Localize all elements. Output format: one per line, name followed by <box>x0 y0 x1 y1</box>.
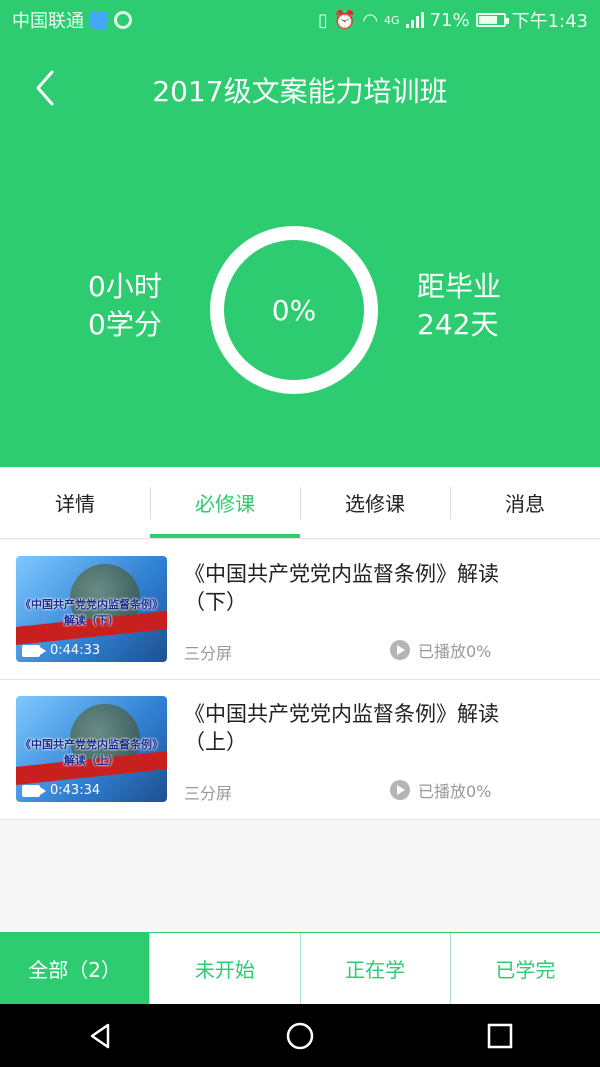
thumbnail-subcaption: 解读（上） <box>64 754 119 767</box>
active-tab-indicator <box>150 534 300 538</box>
wifi-icon: ◠ <box>362 9 379 31</box>
square-recents-icon <box>487 1023 513 1048</box>
battery-percent: 71% <box>429 9 470 31</box>
thumbnail-caption: 《中国共产党党内监督条例》 <box>20 598 163 611</box>
vibrate-icon: ▯ <box>317 9 328 31</box>
filter-label: 已学完 <box>495 958 556 982</box>
nav-recents-button[interactable] <box>480 1016 520 1056</box>
course-item[interactable]: 《中国共产党党内监督条例》 解读（下） 0:44:33 《中国共产党党内监督条例… <box>0 540 600 680</box>
tab-label: 必修课 <box>195 492 255 516</box>
study-stats: 0小时 0学分 <box>88 268 162 344</box>
course-tabs: 详情 必修课 选修课 消息 <box>0 467 600 539</box>
graduation-countdown: 距毕业 242天 <box>417 268 501 344</box>
played-progress: 已播放0% <box>418 782 492 801</box>
tab-label: 详情 <box>55 492 95 516</box>
filter-label: 正在学 <box>345 958 406 982</box>
play-circle-icon <box>390 780 410 800</box>
status-filter-bar: 全部（2） 未开始 正在学 已学完 <box>0 932 600 1004</box>
duration: 0:44:33 <box>50 643 101 658</box>
course-list: 《中国共产党党内监督条例》 解读（下） 0:44:33 《中国共产党党内监督条例… <box>0 540 600 820</box>
filter-in-progress[interactable]: 正在学 <box>301 933 451 1004</box>
tab-elective[interactable]: 选修课 <box>300 467 450 538</box>
top-bar: 2017级文案能力培训班 <box>0 56 600 120</box>
filter-completed[interactable]: 已学完 <box>451 933 600 1004</box>
course-thumbnail: 《中国共产党党内监督条例》 解读（下） 0:44:33 <box>16 556 167 662</box>
credits-value: 0学分 <box>88 308 162 341</box>
screen-type: 三分屏 <box>184 644 233 663</box>
thumbnail-subcaption: 解读（下） <box>64 614 119 627</box>
filter-label: 未开始 <box>194 958 255 982</box>
play-circle-icon <box>390 640 410 660</box>
status-bar: 中国联通 ▯ ⏰ ◠ 4G 71% 下午1:43 <box>0 0 600 40</box>
tab-label: 消息 <box>505 492 545 516</box>
signal-icon <box>405 12 424 28</box>
circle-home-icon <box>286 1022 314 1049</box>
tab-label: 选修课 <box>345 492 405 516</box>
hours-value: 0小时 <box>88 270 162 303</box>
nav-back-button[interactable] <box>80 1016 120 1056</box>
video-camera-icon <box>22 784 46 797</box>
course-title: 《中国共产党党内监督条例》解读（下） <box>184 562 499 614</box>
played-progress: 已播放0% <box>418 642 492 661</box>
battery-icon <box>475 13 509 27</box>
sync-icon <box>114 11 132 29</box>
progress-percent: 0% <box>271 293 317 327</box>
header-hero: 中国联通 ▯ ⏰ ◠ 4G 71% 下午1:43 2017级文案能力培训班 0小… <box>0 0 600 467</box>
video-camera-icon <box>22 644 46 657</box>
graduation-label: 距毕业 <box>417 270 502 303</box>
app-screen: 中国联通 ▯ ⏰ ◠ 4G 71% 下午1:43 2017级文案能力培训班 0小… <box>0 0 600 1067</box>
app-notification-icon <box>90 11 108 29</box>
tab-details[interactable]: 详情 <box>0 467 150 538</box>
clock-time: 下午1:43 <box>511 11 588 32</box>
progress-ring: 0% <box>210 226 378 394</box>
network-type-label: 4G <box>384 13 400 27</box>
tab-required[interactable]: 必修课 <box>150 467 300 538</box>
system-nav-bar <box>0 1004 600 1067</box>
course-title: 《中国共产党党内监督条例》解读（上） <box>184 702 499 754</box>
filter-not-started[interactable]: 未开始 <box>150 933 301 1004</box>
filter-all[interactable]: 全部（2） <box>0 933 151 1004</box>
tab-messages[interactable]: 消息 <box>450 467 600 538</box>
nav-home-button[interactable] <box>280 1016 320 1056</box>
duration: 0:43:34 <box>50 783 101 798</box>
course-thumbnail: 《中国共产党党内监督条例》 解读（上） 0:43:34 <box>16 696 167 802</box>
days-left-value: 242天 <box>417 308 499 341</box>
alarm-icon: ⏰ <box>333 9 357 31</box>
course-item[interactable]: 《中国共产党党内监督条例》 解读（上） 0:43:34 《中国共产党党内监督条例… <box>0 680 600 820</box>
carrier-label: 中国联通 <box>12 11 84 32</box>
thumbnail-caption: 《中国共产党党内监督条例》 <box>20 738 163 751</box>
page-title: 2017级文案能力培训班 <box>152 75 448 108</box>
triangle-back-icon <box>90 1023 110 1048</box>
screen-type: 三分屏 <box>184 784 233 803</box>
filter-label: 全部（2） <box>28 958 121 982</box>
